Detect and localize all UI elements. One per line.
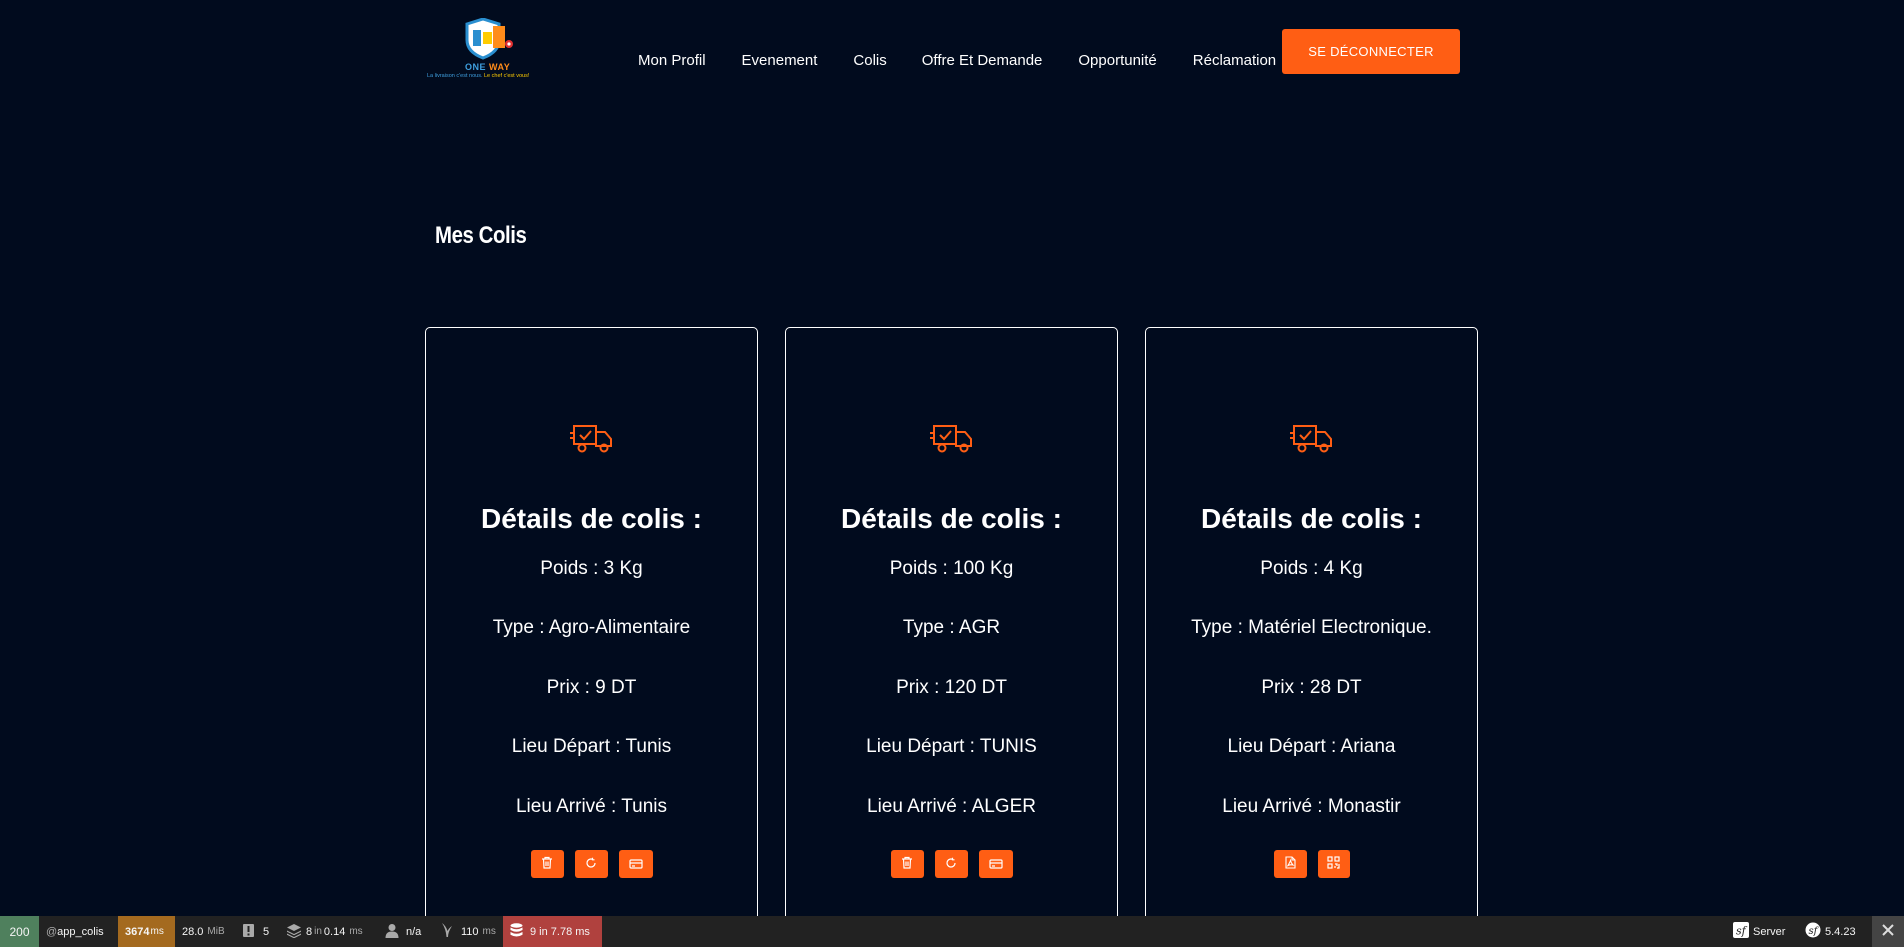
twig-time: 110 (461, 925, 479, 938)
card-prix: Prix : 9 DT (546, 677, 637, 698)
logs-count: 5 (263, 925, 270, 938)
colis-card: Détails de colis : Poids : 4 Kg Type : M… (1145, 327, 1478, 947)
credit-card-icon (988, 857, 1003, 872)
debug-toolbar: 200 @ app_colis 3674 ms 28.0 MiB 5 8 in … (0, 916, 1904, 947)
card-lieu-depart: Lieu Départ : Ariana (1227, 736, 1396, 757)
one-way-logo[interactable]: ONE WAY La livraison c'est nous. Le chef… (427, 18, 552, 82)
twig-panel[interactable]: 110 ms (433, 916, 503, 947)
colis-card: Détails de colis : Poids : 3 Kg Type : A… (425, 327, 758, 947)
delivery-truck-icon (1146, 423, 1477, 455)
layers-icon (286, 923, 302, 941)
credit-card-icon (628, 857, 643, 872)
logs-icon (242, 923, 255, 941)
logo-brand-way: WAY (489, 62, 511, 72)
server-label: Server (1753, 925, 1786, 938)
twig-unit: ms (482, 926, 496, 937)
user-panel[interactable]: n/a (378, 916, 433, 947)
nav-colis[interactable]: Colis (853, 52, 886, 69)
trash-icon (901, 856, 913, 872)
card-prix: Prix : 120 DT (896, 677, 1007, 698)
cache-time: 0.14 (323, 925, 346, 938)
card-lieu-depart: Lieu Départ : Tunis (511, 736, 672, 757)
nav-offre-et-demande[interactable]: Offre Et Demande (922, 52, 1043, 69)
delivery-truck-icon (426, 423, 757, 455)
page-title: Mes Colis (435, 222, 527, 249)
memory-value: 28.0 (182, 925, 204, 938)
cache-panel[interactable]: 8 in 0.14 ms (279, 916, 378, 947)
twig-icon (440, 922, 454, 941)
colis-card: Détails de colis : Poids : 100 Kg Type :… (785, 327, 1118, 947)
cache-unit: ms (349, 926, 363, 937)
status-code-badge[interactable]: 200 (0, 916, 39, 947)
cache-in: in (314, 926, 322, 937)
request-time: 3674 (125, 925, 150, 938)
symfony-logo-icon: sf (1733, 922, 1749, 941)
database-icon (510, 922, 523, 941)
update-button[interactable] (934, 850, 968, 878)
memory-panel[interactable]: 28.0 MiB (175, 916, 235, 947)
user-icon (385, 923, 399, 941)
card-poids: Poids : 4 Kg (1260, 558, 1363, 579)
refresh-icon (945, 857, 957, 872)
close-icon (1881, 923, 1895, 940)
database-panel[interactable]: 9 in 7.78 ms (503, 916, 602, 947)
card-title: Détails de colis : (841, 503, 1062, 534)
logs-panel[interactable]: 5 (235, 916, 279, 947)
nav-mon-profil[interactable]: Mon Profil (638, 52, 706, 69)
logo-brand-one: ONE (465, 62, 487, 72)
symfony-version: 5.4.23 (1825, 925, 1856, 938)
logout-button[interactable]: SE DÉCONNECTER (1282, 29, 1460, 74)
card-poids: Poids : 3 Kg (540, 558, 643, 579)
toolbar-close-button[interactable] (1872, 916, 1904, 947)
qrcode-button[interactable] (1317, 850, 1350, 878)
route-prefix: @ (46, 925, 58, 938)
logo-tagline-a: La livraison c'est nous. (427, 73, 483, 79)
card-title: Détails de colis : (1201, 503, 1422, 534)
card-actions (1146, 850, 1477, 878)
pdf-icon (1284, 856, 1296, 872)
qrcode-icon (1327, 856, 1340, 872)
symfony-version-panel[interactable]: sf 5.4.23 (1798, 916, 1872, 947)
database-queries: 9 in 7.78 ms (530, 925, 590, 938)
memory-unit: MiB (207, 926, 225, 937)
request-time-panel[interactable]: 3674 ms (118, 916, 175, 947)
payment-button[interactable] (978, 850, 1013, 878)
card-type: Type : AGR (902, 617, 1001, 638)
nav-reclamation[interactable]: Réclamation (1193, 52, 1276, 69)
delivery-truck-icon (786, 423, 1117, 455)
nav-evenement[interactable]: Evenement (742, 52, 818, 69)
toolbar-right: sf Server sf 5.4.23 (1726, 916, 1904, 947)
delete-button[interactable] (890, 850, 924, 878)
update-button[interactable] (574, 850, 608, 878)
request-time-unit: ms (150, 926, 164, 937)
card-lieu-arrive: Lieu Arrivé : ALGER (867, 796, 1036, 817)
route-panel[interactable]: @ app_colis (39, 916, 118, 947)
status-code: 200 (9, 924, 30, 939)
server-panel[interactable]: sf Server (1726, 916, 1798, 947)
trash-icon (541, 856, 553, 872)
card-type: Type : Agro-Alimentaire (492, 617, 691, 638)
delete-button[interactable] (530, 850, 564, 878)
site-header: ONE WAY La livraison c'est nous. Le chef… (0, 0, 1904, 110)
nav-opportunite[interactable]: Opportunité (1078, 52, 1156, 69)
payment-button[interactable] (618, 850, 653, 878)
card-prix: Prix : 28 DT (1261, 677, 1362, 698)
pdf-button[interactable] (1273, 850, 1307, 878)
card-poids: Poids : 100 Kg (889, 558, 1014, 579)
card-lieu-depart: Lieu Départ : TUNIS (866, 736, 1037, 757)
symfony-circle-icon: sf (1805, 922, 1821, 941)
card-actions (426, 850, 757, 878)
card-lieu-arrive: Lieu Arrivé : Monastir (1222, 796, 1401, 817)
card-actions (786, 850, 1117, 878)
cache-count: 8 (306, 925, 313, 938)
route-name: app_colis (57, 925, 104, 938)
logo-tagline-b: Le chef c'est vous! (484, 73, 530, 79)
card-lieu-arrive: Lieu Arrivé : Tunis (515, 796, 668, 817)
main-nav: Mon Profil Evenement Colis Offre Et Dema… (638, 52, 1276, 69)
card-type: Type : Matériel Electronique. (1191, 617, 1432, 638)
user-value: n/a (406, 925, 422, 938)
card-title: Détails de colis : (481, 503, 702, 534)
refresh-icon (585, 857, 597, 872)
